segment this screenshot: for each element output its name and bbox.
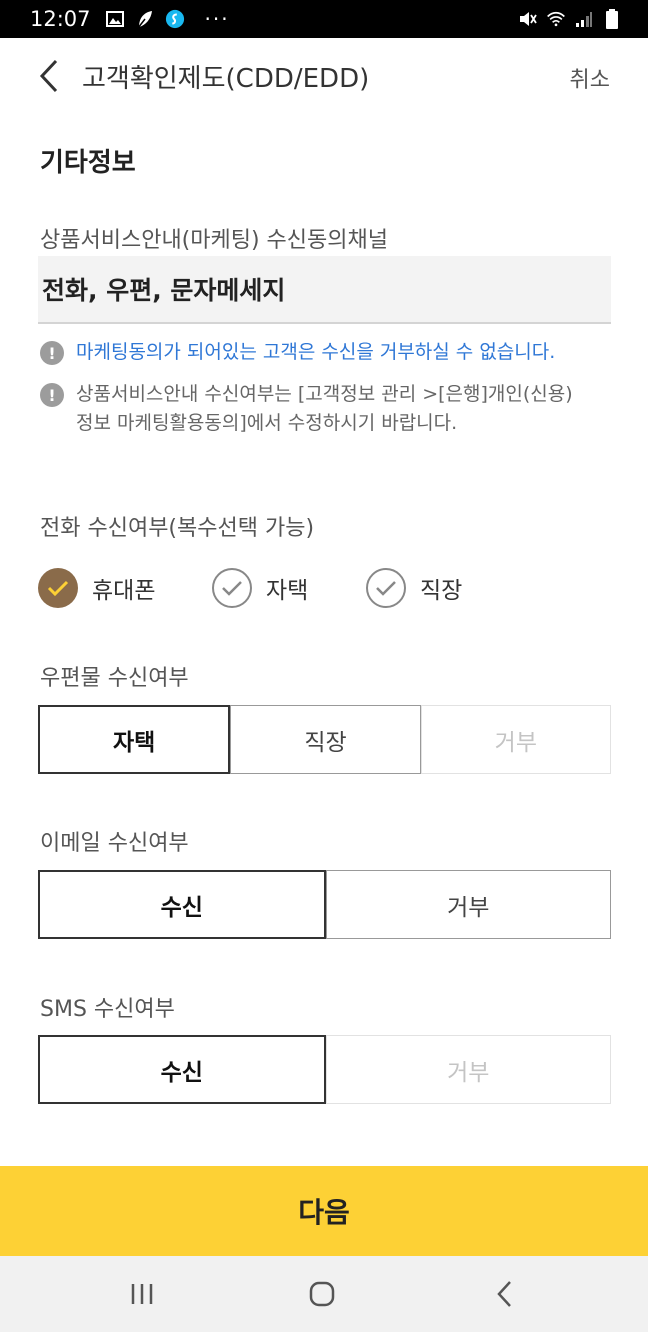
recent-apps-button[interactable] — [122, 1276, 162, 1312]
checkbox-mobile[interactable]: 휴대폰 — [38, 568, 155, 608]
marketing-channel-field: 전화, 우편, 문자메세지 — [38, 256, 611, 324]
mail-consent-segmented: 자택 직장 거부 — [38, 705, 611, 774]
section-title: 기타정보 — [40, 148, 136, 178]
shazam-icon — [165, 9, 185, 29]
mail-option-refuse[interactable]: 거부 — [420, 705, 611, 774]
recent-apps-icon — [131, 1284, 153, 1304]
notice-text: 마케팅동의가 되어있는 고객은 수신을 거부하실 수 없습니다. — [76, 341, 556, 363]
status-bar: 12:07 ··· — [0, 0, 648, 38]
sms-option-refuse[interactable]: 거부 — [325, 1035, 611, 1104]
checkbox-work[interactable]: 직장 — [366, 568, 462, 608]
home-icon — [309, 1281, 335, 1307]
signal-icon — [574, 9, 594, 29]
checkbox-home[interactable]: 자택 — [212, 568, 308, 608]
email-consent-segmented: 수신 거부 — [38, 870, 611, 939]
mail-consent-label: 우편물 수신여부 — [40, 666, 189, 691]
status-time: 12:07 — [30, 7, 91, 31]
notice-line-1: 상품서비스안내 수신여부는 [고객정보 관리 >[은행]개인(신용) — [76, 383, 573, 405]
sms-consent-label: SMS 수신여부 — [40, 997, 175, 1022]
checkbox-label: 직장 — [420, 578, 463, 604]
back-button[interactable] — [34, 58, 64, 94]
more-notifications-icon: ··· — [204, 7, 230, 31]
cancel-button[interactable]: 취소 — [570, 62, 610, 94]
checkmark-icon — [212, 568, 252, 608]
page-title: 고객확인제도(CDD/EDD) — [82, 64, 370, 94]
notice-line-2: 정보 마케팅활용동의]에서 수정하시기 바랍니다. — [76, 411, 458, 434]
phone-consent-label: 전화 수신여부(복수선택 가능) — [40, 516, 315, 541]
next-button[interactable]: 다음 — [0, 1166, 648, 1256]
email-consent-label: 이메일 수신여부 — [40, 831, 189, 856]
phone-consent-options: 휴대폰 자택 직장 — [38, 568, 598, 610]
marketing-channel-label: 상품서비스안내(마케팅) 수신동의채널 — [40, 228, 389, 253]
checkbox-label: 자택 — [266, 578, 309, 604]
checkbox-label: 휴대폰 — [92, 578, 156, 604]
sms-consent-segmented: 수신 거부 — [38, 1035, 611, 1104]
marketing-channel-value: 전화, 우편, 문자메세지 — [42, 276, 286, 305]
gallery-icon — [105, 9, 125, 29]
system-nav-bar — [0, 1256, 648, 1332]
email-option-refuse[interactable]: 거부 — [325, 870, 611, 939]
mail-option-home[interactable]: 자택 — [38, 705, 231, 774]
app-header: 고객확인제도(CDD/EDD) 취소 — [0, 38, 648, 114]
wifi-icon — [546, 9, 566, 29]
home-button[interactable] — [302, 1276, 342, 1312]
sms-option-receive[interactable]: 수신 — [38, 1035, 326, 1104]
back-arrow-icon — [497, 1281, 511, 1307]
notice-modify-consent: ! 상품서비스안내 수신여부는 [고객정보 관리 >[은행]개인(신용) 정보 … — [40, 380, 573, 438]
checkmark-icon — [366, 568, 406, 608]
info-icon: ! — [40, 341, 64, 365]
status-system-icons — [518, 9, 622, 29]
email-option-receive[interactable]: 수신 — [38, 870, 326, 939]
status-notification-icons: ··· — [105, 7, 230, 31]
system-back-button[interactable] — [484, 1276, 524, 1312]
battery-icon — [602, 9, 622, 29]
mute-icon — [518, 9, 538, 29]
mail-option-work[interactable]: 직장 — [230, 705, 421, 774]
checkmark-icon — [38, 568, 78, 608]
chevron-left-icon — [39, 59, 58, 93]
notice-text: 상품서비스안내 수신여부는 [고객정보 관리 >[은행]개인(신용) 정보 마케… — [76, 380, 573, 438]
info-icon: ! — [40, 383, 64, 407]
leaf-icon — [135, 9, 155, 29]
notice-marketing-consent: ! 마케팅동의가 되어있는 고객은 수신을 거부하실 수 없습니다. — [40, 338, 555, 367]
